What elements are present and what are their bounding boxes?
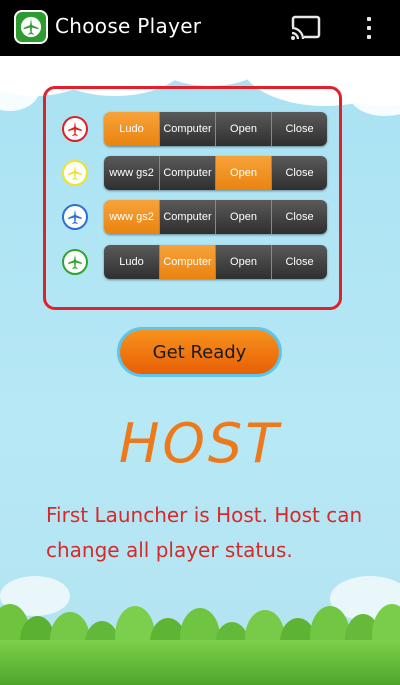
player-token-icon bbox=[62, 249, 88, 275]
overflow-menu-icon[interactable] bbox=[361, 14, 377, 42]
player-status-segmented-control: www gs2 Computer Open Close bbox=[104, 156, 327, 190]
app-bar: Choose Player bbox=[0, 0, 400, 56]
player-status-option[interactable]: Computer bbox=[160, 200, 216, 234]
player-status-option[interactable]: Open bbox=[216, 245, 272, 279]
player-status-option[interactable]: Close bbox=[272, 200, 327, 234]
cast-icon[interactable] bbox=[290, 15, 322, 41]
player-status-option[interactable]: Close bbox=[272, 112, 327, 146]
player-status-option[interactable]: Computer bbox=[160, 156, 216, 190]
player-status-option[interactable]: Ludo bbox=[104, 112, 160, 146]
player-token-icon bbox=[62, 160, 88, 186]
player-status-segmented-control: Ludo Computer Open Close bbox=[104, 112, 327, 146]
player-token-icon bbox=[62, 204, 88, 230]
player-status-option[interactable]: Open bbox=[216, 156, 272, 190]
player-status-option[interactable]: Open bbox=[216, 112, 272, 146]
player-status-segmented-control: Ludo Computer Open Close bbox=[104, 245, 327, 279]
player-status-option[interactable]: Close bbox=[272, 245, 327, 279]
airplane-icon bbox=[14, 10, 48, 44]
player-panel: Ludo Computer Open Close www gs2 Computer Open… bbox=[43, 86, 342, 310]
player-row: www gs2 Computer Open Close bbox=[46, 156, 339, 190]
player-status-segmented-control: www gs2 Computer Open Close bbox=[104, 200, 327, 234]
get-ready-button[interactable]: Get Ready bbox=[117, 327, 282, 377]
player-status-option[interactable]: Open bbox=[216, 200, 272, 234]
player-status-option[interactable]: www gs2 bbox=[104, 200, 160, 234]
player-status-option[interactable]: www gs2 bbox=[104, 156, 160, 190]
host-title: HOST bbox=[118, 412, 282, 475]
host-description: First Launcher is Host. Host can change … bbox=[46, 503, 363, 562]
player-token-icon bbox=[62, 116, 88, 142]
player-row: Ludo Computer Open Close bbox=[46, 112, 339, 146]
player-status-option[interactable]: Computer bbox=[160, 245, 216, 279]
player-row: Ludo Computer Open Close bbox=[46, 245, 339, 279]
player-row: www gs2 Computer Open Close bbox=[46, 200, 339, 234]
grass-ground bbox=[0, 640, 400, 685]
player-status-option[interactable]: Ludo bbox=[104, 245, 160, 279]
app-title: Choose Player bbox=[55, 14, 202, 38]
player-status-option[interactable]: Computer bbox=[160, 112, 216, 146]
player-status-option[interactable]: Close bbox=[272, 156, 327, 190]
